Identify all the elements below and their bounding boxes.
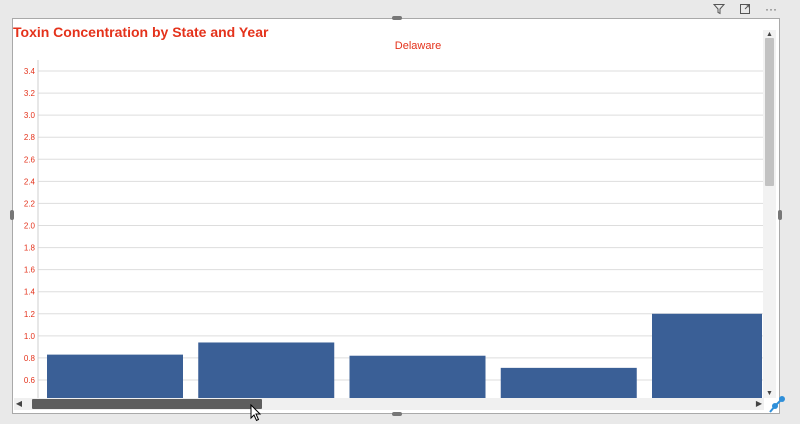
- visual-header-toolbar: ···: [712, 2, 778, 16]
- scroll-right-arrow[interactable]: ▶: [754, 398, 764, 410]
- mouse-cursor-icon: [250, 404, 262, 422]
- resize-handle-right[interactable]: [778, 210, 782, 220]
- scroll-left-arrow[interactable]: ◀: [14, 398, 24, 410]
- filter-icon[interactable]: [712, 2, 726, 16]
- horizontal-scroll-thumb[interactable]: [32, 399, 262, 409]
- horizontal-scrollbar[interactable]: ◀ ▶: [14, 398, 764, 410]
- resize-handle-bottom[interactable]: [392, 412, 402, 416]
- more-options-icon[interactable]: ···: [764, 2, 778, 16]
- y-axis-title: [10, 120, 20, 240]
- vertical-scroll-thumb[interactable]: [765, 38, 774, 186]
- app-logo-icon: [769, 396, 785, 413]
- vertical-scrollbar[interactable]: ▲ ▼: [763, 30, 776, 398]
- visual-container[interactable]: [12, 18, 780, 414]
- resize-handle-top[interactable]: [392, 16, 402, 20]
- chart-title: Toxin Concentration by State and Year: [13, 24, 269, 40]
- focus-mode-icon[interactable]: [738, 2, 752, 16]
- chart-subtitle: Delaware: [394, 40, 442, 52]
